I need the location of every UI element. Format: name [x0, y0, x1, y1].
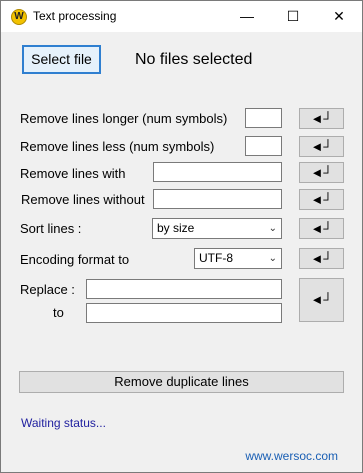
remove-longer-label: Remove lines longer (num symbols) — [20, 111, 228, 126]
remove-with-apply-button[interactable]: ◄┘ — [299, 162, 344, 183]
sort-lines-apply-button[interactable]: ◄┘ — [299, 218, 344, 239]
sort-lines-dropdown[interactable]: by size ⌄ — [152, 218, 282, 239]
enter-arrow-icon: ◄┘ — [310, 292, 333, 307]
remove-less-input[interactable] — [245, 136, 282, 156]
replace-from-input[interactable] — [86, 279, 282, 299]
app-window: W Text processing — ☐ ✕ Select file No f… — [0, 0, 363, 473]
replace-apply-button[interactable]: ◄┘ — [299, 278, 344, 322]
enter-arrow-icon: ◄┘ — [310, 251, 333, 266]
file-status-label: No files selected — [135, 51, 253, 68]
enter-arrow-icon: ◄┘ — [310, 221, 333, 236]
minimize-button[interactable]: — — [224, 1, 270, 32]
encoding-apply-button[interactable]: ◄┘ — [299, 248, 344, 269]
remove-longer-input[interactable] — [245, 108, 282, 128]
enter-arrow-icon: ◄┘ — [310, 165, 333, 180]
replace-label: Replace : — [20, 282, 75, 297]
main-panel: Select file No files selected Remove lin… — [1, 32, 362, 472]
remove-longer-apply-button[interactable]: ◄┘ — [299, 108, 344, 129]
title-bar[interactable]: W Text processing — ☐ ✕ — [1, 1, 362, 32]
remove-without-apply-button[interactable]: ◄┘ — [299, 189, 344, 210]
remove-without-label: Remove lines without — [21, 192, 145, 207]
chevron-down-icon: ⌄ — [268, 223, 277, 234]
sort-lines-value: by size — [157, 221, 195, 235]
remove-with-input[interactable] — [153, 162, 282, 182]
encoding-value: UTF-8 — [199, 251, 233, 265]
remove-less-label: Remove lines less (num symbols) — [20, 139, 215, 154]
remove-without-input[interactable] — [153, 189, 282, 209]
remove-with-label: Remove lines with — [20, 166, 126, 181]
window-title: Text processing — [33, 9, 117, 23]
enter-arrow-icon: ◄┘ — [310, 192, 333, 207]
select-file-button[interactable]: Select file — [22, 45, 101, 74]
enter-arrow-icon: ◄┘ — [310, 111, 333, 126]
chevron-down-icon: ⌄ — [268, 253, 277, 264]
app-logo-icon: W — [11, 9, 27, 25]
maximize-button[interactable]: ☐ — [270, 1, 316, 32]
enter-arrow-icon: ◄┘ — [310, 139, 333, 154]
website-link[interactable]: www.wersoc.com — [245, 449, 338, 463]
remove-less-apply-button[interactable]: ◄┘ — [299, 136, 344, 157]
remove-duplicates-button[interactable]: Remove duplicate lines — [19, 371, 344, 393]
replace-to-label: to — [53, 305, 64, 320]
status-text: Waiting status... — [21, 416, 106, 430]
encoding-label: Encoding format to — [20, 252, 130, 267]
replace-to-input[interactable] — [86, 303, 282, 323]
encoding-dropdown[interactable]: UTF-8 ⌄ — [194, 248, 282, 269]
close-button[interactable]: ✕ — [316, 1, 362, 32]
sort-lines-label: Sort lines : — [20, 221, 82, 236]
